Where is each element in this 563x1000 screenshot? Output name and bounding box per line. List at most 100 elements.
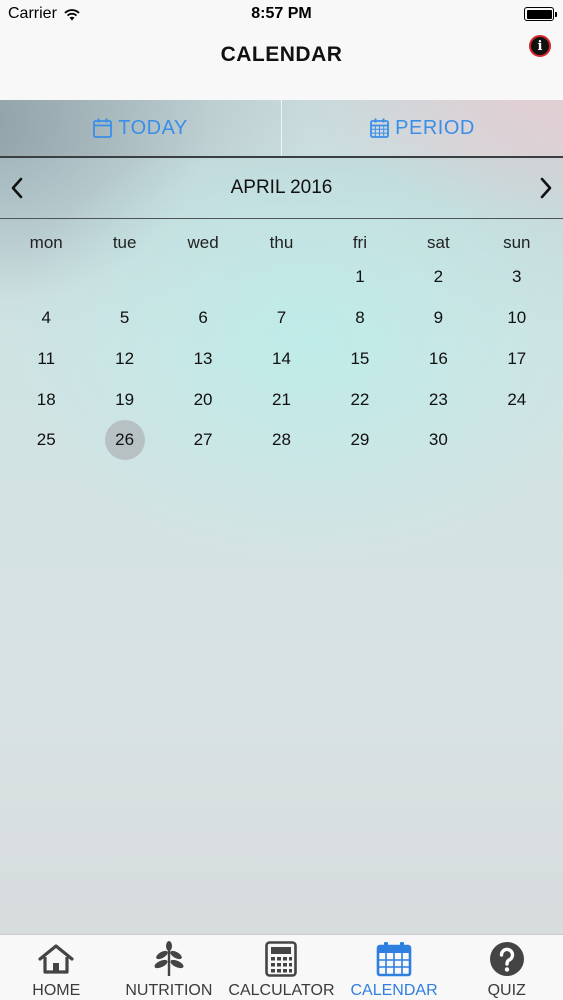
calendar-day[interactable]: 12 xyxy=(105,339,145,379)
calendar-day[interactable]: 14 xyxy=(261,339,301,379)
period-label: PERIOD xyxy=(395,116,475,139)
calendar-day-cell: 4 xyxy=(7,298,85,339)
weekday-wed: wed xyxy=(187,233,219,252)
calendar-blank-cell xyxy=(7,257,85,298)
calendar-day-cell: 19 xyxy=(85,379,163,420)
chevron-right-icon xyxy=(540,177,552,199)
calendar-day[interactable]: 1 xyxy=(340,257,380,297)
calendar-day[interactable]: 24 xyxy=(497,380,537,420)
today-button[interactable]: TODAY xyxy=(0,100,281,156)
calendar-day[interactable]: 29 xyxy=(340,420,380,460)
tab-bar: HOME NUTRITION CALCULATOR CALENDAR QUIZ xyxy=(0,934,563,1000)
info-button[interactable]: i xyxy=(529,35,551,57)
calendar-day[interactable]: 28 xyxy=(261,420,301,460)
tab-calculator[interactable]: CALCULATOR xyxy=(225,935,338,1000)
calendar-day[interactable]: 11 xyxy=(26,339,66,379)
weekday-sun: sun xyxy=(503,233,531,252)
calendar-day[interactable]: 9 xyxy=(418,298,458,338)
calendar-day[interactable]: 22 xyxy=(340,380,380,420)
calendar-day-cell: 11 xyxy=(7,339,85,380)
calendar-day[interactable]: 18 xyxy=(26,380,66,420)
calendar-icon xyxy=(93,118,113,138)
calendar-day-cell: 8 xyxy=(321,298,399,339)
calendar-day[interactable]: 2 xyxy=(418,257,458,297)
calendar-day[interactable]: 30 xyxy=(418,420,458,460)
calendar-day-cell: 28 xyxy=(242,420,320,461)
battery-icon xyxy=(524,7,557,21)
day-grid: 1 2 3 4 5 6 7 8 9 10 11 12 13 14 15 16 17 18 19 20 21 22 23 24 2… xyxy=(7,257,556,461)
calendar-day[interactable]: 15 xyxy=(340,339,380,379)
page-title: CALENDAR xyxy=(220,43,343,66)
tab-home[interactable]: HOME xyxy=(0,935,113,1000)
calendar-day-cell: 13 xyxy=(164,339,242,380)
tab-nutrition-label: NUTRITION xyxy=(125,982,213,999)
calendar-day-cell: 25 xyxy=(7,420,85,461)
weekday-mon: mon xyxy=(29,233,63,252)
calendar-day[interactable]: 3 xyxy=(497,257,537,297)
status-time: 8:57 PM xyxy=(251,5,312,22)
calendar-day-cell: 29 xyxy=(321,420,399,461)
calendar-day[interactable]: 17 xyxy=(497,339,537,379)
tab-calendar[interactable]: CALENDAR xyxy=(338,935,451,1000)
calendar-day[interactable]: 16 xyxy=(418,339,458,379)
calendar-blank-cell xyxy=(164,257,242,298)
calendar-day-cell: 15 xyxy=(321,339,399,380)
tab-quiz[interactable]: QUIZ xyxy=(450,935,563,1000)
nav-bar: CALENDAR i xyxy=(0,30,563,100)
weekday-sat: sat xyxy=(427,233,450,252)
calendar-day-cell: 17 xyxy=(478,339,556,380)
calendar-day[interactable]: 13 xyxy=(183,339,223,379)
calendar-day-cell: 5 xyxy=(85,298,163,339)
calendar-day[interactable]: 10 xyxy=(497,298,537,338)
calendar-day-cell: 21 xyxy=(242,379,320,420)
calendar-day-selected[interactable]: 26 xyxy=(104,420,145,461)
calendar-day[interactable]: 5 xyxy=(105,298,145,338)
calendar-day[interactable]: 8 xyxy=(340,298,380,338)
weekday-fri: fri xyxy=(352,233,367,252)
calendar-day[interactable]: 20 xyxy=(183,380,223,420)
calendar-blank-cell xyxy=(242,257,320,298)
calendar-day[interactable]: 21 xyxy=(261,380,301,420)
calendar-day-cell: 24 xyxy=(478,379,556,420)
calendar-day[interactable]: 7 xyxy=(261,298,301,338)
calendar-blank-cell xyxy=(85,257,163,298)
calendar-day-cell: 18 xyxy=(7,379,85,420)
calendar-day-cell: 7 xyxy=(242,298,320,339)
calendar-day-cell: 20 xyxy=(164,379,242,420)
calendar-day[interactable]: 23 xyxy=(418,380,458,420)
calendar-day-cell: 14 xyxy=(242,339,320,380)
calendar-day-cell: 16 xyxy=(399,339,477,380)
weekday-row: mon tue wed thu fri sat sun xyxy=(7,233,556,253)
calendar-day-cell: 12 xyxy=(85,339,163,380)
tab-quiz-label: QUIZ xyxy=(487,982,526,999)
tab-calculator-label: CALCULATOR xyxy=(228,982,335,999)
calendar-day-cell: 22 xyxy=(321,379,399,420)
calendar-day[interactable]: 25 xyxy=(26,420,66,460)
period-button[interactable]: PERIOD xyxy=(281,100,563,156)
calendar-day[interactable]: 4 xyxy=(26,298,66,338)
calculator-icon xyxy=(265,941,298,977)
tab-calendar-label: CALENDAR xyxy=(350,982,438,999)
calendar-day-cell: 9 xyxy=(399,298,477,339)
calendar-day-cell: 30 xyxy=(399,420,477,461)
calendar-day[interactable]: 27 xyxy=(183,420,223,460)
month-title: APRIL 2016 xyxy=(230,177,333,198)
question-icon xyxy=(489,942,524,976)
leaf-icon xyxy=(154,941,184,976)
calendar-day-cell: 6 xyxy=(164,298,242,339)
tab-nutrition[interactable]: NUTRITION xyxy=(113,935,226,1000)
month-header: APRIL 2016 xyxy=(0,158,563,219)
calendar-day-cell: 27 xyxy=(164,420,242,461)
status-bar: Carrier 8:57 PM xyxy=(0,0,563,30)
info-icon: i xyxy=(537,38,543,54)
mode-toggle: TODAY PERIOD xyxy=(0,100,563,158)
calendar-icon xyxy=(376,942,412,977)
next-month-button[interactable] xyxy=(532,174,560,202)
weekday-thu: thu xyxy=(269,233,294,252)
home-icon xyxy=(38,944,74,974)
calendar-day-cell: 2 xyxy=(399,257,477,298)
calendar-day-cell: 3 xyxy=(478,257,556,298)
calendar-day[interactable]: 19 xyxy=(105,380,145,420)
calendar-day[interactable]: 6 xyxy=(183,298,223,338)
calendar-grid-icon xyxy=(370,118,390,138)
